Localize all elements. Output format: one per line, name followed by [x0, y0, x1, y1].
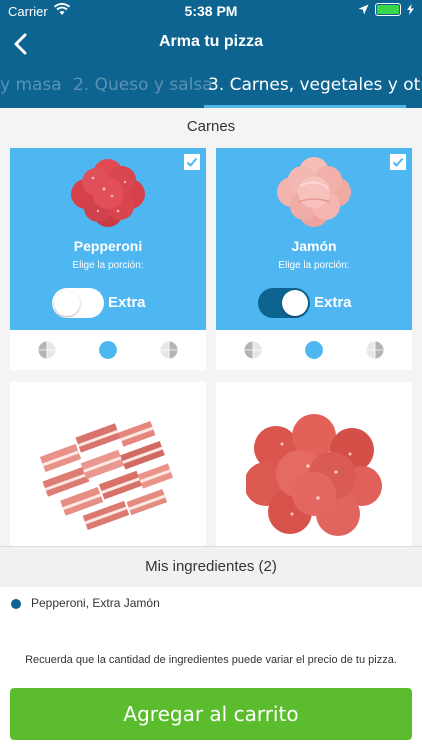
card-selected-area[interactable]: Pepperoni Elige la porción: Extra — [10, 148, 206, 330]
tab-size-dough[interactable]: y masa — [0, 75, 62, 95]
card-selected-area[interactable]: Jamón Elige la porción: Extra — [216, 148, 412, 330]
portion-selector — [216, 332, 412, 368]
whole-portion-icon[interactable] — [305, 341, 323, 359]
left-half-portion-icon[interactable] — [38, 341, 56, 359]
ingredients-summary: Pepperoni, Extra Jamón — [31, 596, 160, 610]
extra-label: Extra — [108, 294, 146, 311]
location-icon — [358, 4, 369, 15]
topping-name: Pepperoni — [73, 238, 143, 254]
extra-toggle[interactable] — [52, 288, 104, 318]
price-note: Recuerda que la cantidad de ingredientes… — [25, 654, 397, 666]
topping-card-jamon[interactable]: Jamón Elige la porción: Extra — [216, 148, 412, 370]
right-half-portion-icon[interactable] — [366, 341, 384, 359]
toggle-knob — [54, 290, 80, 316]
whole-portion-icon[interactable] — [99, 341, 117, 359]
bacon-image — [40, 421, 174, 530]
ingredients-panel: Mis ingredientes (2) Pepperoni, Extra Ja… — [0, 546, 422, 750]
nav-bar: Arma tu pizza — [0, 26, 422, 62]
extra-label: Extra — [314, 294, 352, 311]
battery-icon — [375, 3, 401, 16]
add-to-cart-button[interactable]: Agregar al carrito — [10, 688, 412, 740]
ingredients-panel-title[interactable]: Mis ingredientes (2) — [0, 546, 422, 587]
portion-selector — [10, 332, 206, 368]
bullet-icon — [11, 599, 21, 609]
extra-toggle[interactable] — [258, 288, 310, 318]
portion-prompt: Elige la porción: — [72, 260, 144, 271]
portion-prompt: Elige la porción: — [278, 260, 350, 271]
right-half-portion-icon[interactable] — [160, 341, 178, 359]
section-title: Carnes — [0, 108, 422, 146]
topping-card-salami[interactable] — [216, 382, 412, 546]
salami-image — [246, 414, 382, 536]
toggle-knob — [282, 290, 308, 316]
checkbox-checked-icon[interactable] — [390, 154, 406, 170]
tab-meats-veggies[interactable]: 3. Carnes, vegetales y otros — [208, 75, 422, 95]
header: Carrier 5:38 PM Arma tu pizza y masa 2. … — [0, 0, 422, 108]
left-half-portion-icon[interactable] — [244, 341, 262, 359]
pepperoni-image — [71, 159, 145, 227]
status-right — [358, 3, 414, 16]
ham-image — [277, 157, 351, 227]
nav-title: Arma tu pizza — [158, 33, 263, 50]
step-tabs: y masa 2. Queso y salsa 3. Carnes, veget… — [0, 66, 422, 108]
topping-name: Jamón — [291, 238, 337, 254]
tab-cheese-sauce[interactable]: 2. Queso y salsa — [73, 75, 213, 95]
charging-icon — [407, 4, 414, 15]
topping-card-bacon[interactable] — [10, 382, 206, 546]
status-bar: Carrier 5:38 PM — [0, 0, 422, 22]
topping-card-pepperoni[interactable]: Pepperoni Elige la porción: Extra — [10, 148, 206, 370]
checkbox-checked-icon[interactable] — [184, 154, 200, 170]
